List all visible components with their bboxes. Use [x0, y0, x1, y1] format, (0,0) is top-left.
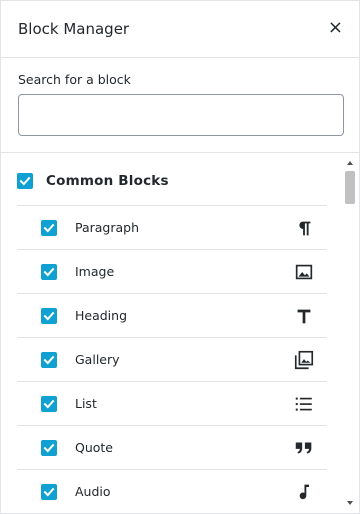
block-list: Common Blocks Paragraph Image Heading Ga…	[1, 153, 359, 513]
checkmark-icon	[19, 176, 31, 186]
block-label: Heading	[75, 308, 128, 323]
block-item-paragraph[interactable]: Paragraph	[17, 205, 327, 249]
block-label: List	[75, 396, 97, 411]
block-checkbox[interactable]	[41, 439, 57, 456]
block-manager-panel: Block Manager × Search for a block Commo…	[0, 0, 360, 514]
gallery-icon	[293, 349, 315, 371]
block-label: Paragraph	[75, 220, 140, 235]
heading-icon	[293, 305, 315, 327]
block-checkbox[interactable]	[41, 219, 57, 236]
checkmark-icon	[43, 399, 55, 408]
category-checkbox[interactable]	[17, 173, 33, 189]
block-label: Gallery	[75, 352, 120, 367]
block-item-heading[interactable]: Heading	[17, 293, 327, 337]
block-label: Image	[75, 264, 115, 279]
search-input[interactable]	[18, 94, 344, 136]
quote-icon	[293, 437, 315, 459]
block-item-quote[interactable]: Quote	[17, 425, 327, 469]
panel-title: Block Manager	[18, 20, 130, 38]
block-item-gallery[interactable]: Gallery	[17, 337, 327, 381]
block-items: Paragraph Image Heading Gallery List Quo…	[17, 205, 327, 513]
audio-icon	[293, 481, 315, 503]
block-checkbox[interactable]	[41, 483, 57, 500]
scroll-up-arrow-icon[interactable]	[346, 159, 354, 167]
block-checkbox[interactable]	[41, 351, 57, 368]
list-icon	[293, 393, 315, 415]
block-label: Audio	[75, 484, 111, 499]
category-common-blocks: Common Blocks Paragraph Image Heading Ga…	[1, 153, 359, 513]
paragraph-icon	[293, 217, 315, 239]
block-item-list[interactable]: List	[17, 381, 327, 425]
search-label: Search for a block	[18, 72, 131, 87]
block-label: Quote	[75, 440, 114, 455]
image-icon	[293, 261, 315, 283]
scrollbar[interactable]	[343, 153, 357, 513]
category-header[interactable]: Common Blocks	[17, 171, 359, 191]
checkmark-icon	[43, 311, 55, 320]
checkmark-icon	[43, 443, 55, 452]
block-item-image[interactable]: Image	[17, 249, 327, 293]
checkmark-icon	[43, 487, 55, 496]
block-checkbox[interactable]	[41, 263, 57, 280]
block-checkbox[interactable]	[41, 395, 57, 412]
scroll-down-arrow-icon[interactable]	[346, 499, 354, 507]
panel-header: Block Manager ×	[1, 1, 359, 58]
search-section: Search for a block	[1, 58, 359, 153]
block-item-audio[interactable]: Audio	[17, 469, 327, 513]
checkmark-icon	[43, 355, 55, 364]
checkmark-icon	[43, 223, 55, 232]
block-checkbox[interactable]	[41, 307, 57, 324]
scrollbar-thumb[interactable]	[345, 171, 355, 204]
category-title: Common Blocks	[46, 173, 169, 189]
close-icon[interactable]: ×	[328, 19, 343, 37]
checkmark-icon	[43, 267, 55, 276]
